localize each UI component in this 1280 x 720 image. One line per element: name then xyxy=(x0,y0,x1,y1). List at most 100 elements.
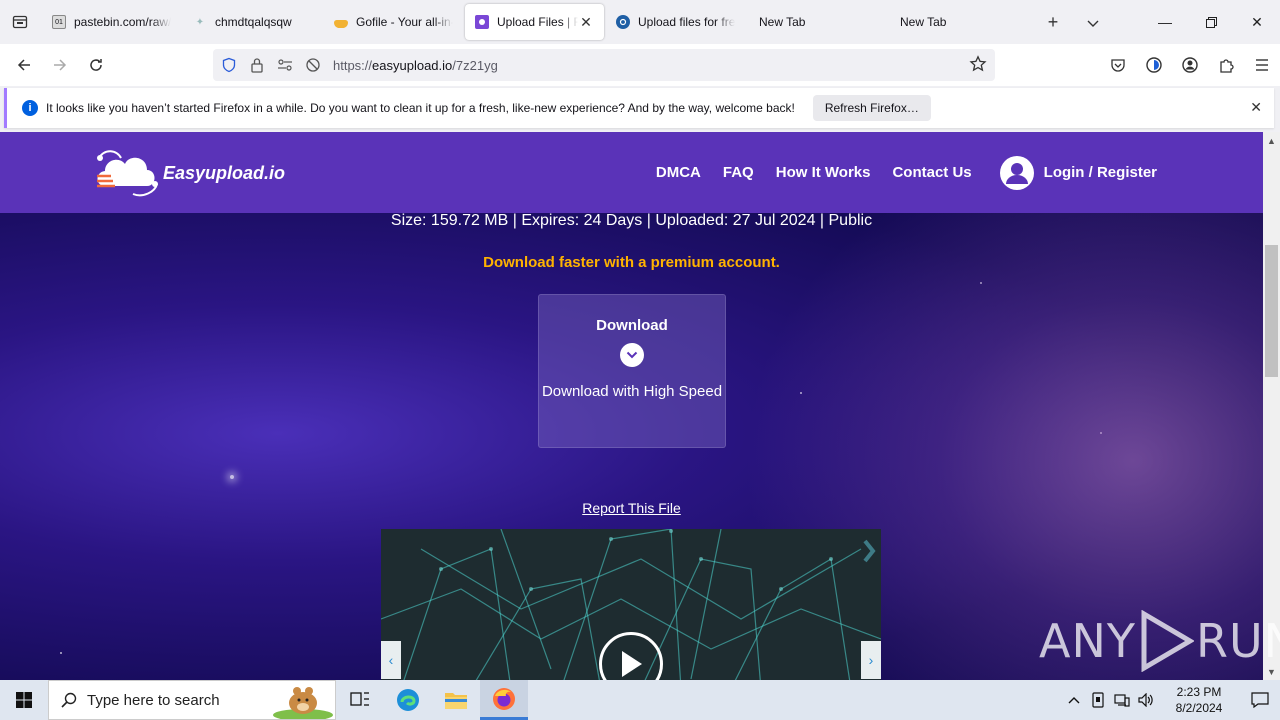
report-file-link[interactable]: Report This File xyxy=(582,500,681,516)
background-star xyxy=(1100,432,1102,434)
forward-button[interactable] xyxy=(42,49,78,81)
back-button[interactable] xyxy=(6,49,42,81)
task-view-icon xyxy=(350,692,369,706)
login-label: Login / Register xyxy=(1043,164,1157,181)
close-notification-icon[interactable]: ✕ xyxy=(1250,99,1262,116)
url-bar[interactable]: https://easyupload.io/7z21yg xyxy=(213,49,995,81)
permissions-icon[interactable] xyxy=(271,58,299,72)
bookmark-star-icon[interactable] xyxy=(969,55,987,78)
edge-taskbar-button[interactable] xyxy=(384,680,432,720)
device-icon[interactable] xyxy=(1086,692,1110,708)
page-scrollbar[interactable]: ▲ ▼ xyxy=(1263,132,1280,680)
scroll-thumb[interactable] xyxy=(1265,245,1278,377)
autoplay-blocked-icon[interactable] xyxy=(299,57,327,73)
forward-arrow-icon xyxy=(54,59,67,71)
tab-title: Upload Files | Free xyxy=(497,15,578,29)
search-highlight-hamster-icon xyxy=(273,687,333,719)
notification-message: It looks like you haven’t started Firefo… xyxy=(46,101,795,115)
scroll-up-icon[interactable]: ▲ xyxy=(1263,132,1280,149)
taskbar-search-box[interactable]: Type here to search xyxy=(48,680,336,720)
watermark-left: ANY xyxy=(1039,614,1136,668)
clock-time: 2:23 PM xyxy=(1176,685,1222,699)
tab-upload-files[interactable]: Upload files for free xyxy=(606,4,745,40)
background-star xyxy=(60,652,62,654)
start-button[interactable] xyxy=(0,680,48,720)
login-register-link[interactable]: Login / Register xyxy=(999,155,1157,190)
tab-easyupload[interactable]: Upload Files | Free ✕ xyxy=(465,4,604,40)
file-explorer-taskbar-button[interactable] xyxy=(432,680,480,720)
hamburger-menu-icon[interactable] xyxy=(1244,58,1280,72)
edge-icon xyxy=(397,689,419,711)
chevron-down-icon xyxy=(620,343,644,367)
tab-title: New Tab xyxy=(900,15,947,29)
new-tab-plus-icon[interactable]: + xyxy=(1033,12,1073,33)
tracking-protection-shield-icon[interactable] xyxy=(215,57,243,73)
windows-logo-icon xyxy=(16,692,32,708)
task-view-button[interactable] xyxy=(336,680,384,720)
pastebin-icon: 01 xyxy=(52,15,66,29)
nav-faq[interactable]: FAQ xyxy=(723,164,754,181)
reload-button[interactable] xyxy=(78,49,114,81)
tab-chmdtqalqsqw[interactable]: ✦ chmdtqalqsqw xyxy=(183,4,322,40)
system-clock[interactable]: 2:23 PM 8/2/2024 xyxy=(1164,684,1234,716)
play-triangle-logo-icon xyxy=(1141,610,1194,672)
folder-icon xyxy=(445,693,467,709)
firefox-view-icon xyxy=(12,15,28,29)
watermark-right: RUN xyxy=(1195,614,1280,668)
tab-title: New Tab xyxy=(759,15,806,29)
firefox-view-button[interactable] xyxy=(0,0,40,44)
tab-new-1[interactable]: New Tab xyxy=(747,4,886,40)
refresh-firefox-button[interactable]: Refresh Firefox… xyxy=(812,95,931,121)
firefox-icon xyxy=(493,687,515,710)
anyrun-watermark: ANY RUN xyxy=(1039,610,1280,672)
web-page: Easyupload.io DMCA FAQ How It Works Cont… xyxy=(0,132,1263,680)
minimize-icon[interactable]: — xyxy=(1142,0,1188,44)
download-button[interactable]: Download Download with High Speed xyxy=(538,294,726,448)
loading-icon: ✦ xyxy=(195,16,205,28)
tab-title: pastebin.com/raw/... xyxy=(74,15,171,29)
tab-new-2[interactable]: New Tab xyxy=(888,4,1027,40)
extensions-puzzle-icon[interactable] xyxy=(1208,57,1244,73)
cloud-logo-icon xyxy=(97,150,158,197)
refresh-firefox-notification: i It looks like you haven’t started Fire… xyxy=(4,88,1274,128)
action-center-icon[interactable] xyxy=(1240,692,1280,708)
search-placeholder: Type here to search xyxy=(87,691,220,709)
nav-how-it-works[interactable]: How It Works xyxy=(776,164,871,181)
background-star xyxy=(800,392,802,394)
volume-icon[interactable] xyxy=(1134,693,1158,707)
tab-strip: 01 pastebin.com/raw/... ✦ chmdtqalqsqw G… xyxy=(0,0,1280,44)
tab-title: Upload files for free xyxy=(638,15,735,29)
tab-title: chmdtqalqsqw xyxy=(215,15,292,29)
download-subtitle: Download with High Speed xyxy=(541,383,723,400)
list-all-tabs-icon[interactable] xyxy=(1073,12,1113,33)
restore-icon[interactable] xyxy=(1188,0,1234,44)
site-header: Easyupload.io DMCA FAQ How It Works Cont… xyxy=(0,132,1263,213)
user-avatar-icon xyxy=(999,155,1034,190)
account-icon[interactable] xyxy=(1172,56,1208,74)
system-tray: 2:23 PM 8/2/2024 xyxy=(1062,680,1280,720)
windows-taskbar: Type here to search 2:23 PM 8/2/2024 xyxy=(0,680,1280,720)
site-logo[interactable]: Easyupload.io xyxy=(95,146,285,200)
clock-date: 8/2/2024 xyxy=(1175,701,1223,715)
background-star xyxy=(230,475,234,479)
nav-contact-us[interactable]: Contact Us xyxy=(892,164,971,181)
premium-link[interactable]: Download faster with a premium account. xyxy=(0,254,1263,271)
close-tab-icon[interactable]: ✕ xyxy=(578,14,594,30)
gofile-icon xyxy=(334,20,348,28)
close-window-icon[interactable]: ✕ xyxy=(1234,0,1280,44)
reload-icon xyxy=(90,59,102,71)
carousel-prev-icon[interactable]: ‹ xyxy=(381,641,401,679)
lock-icon[interactable] xyxy=(243,57,271,73)
nav-dmca[interactable]: DMCA xyxy=(656,164,701,181)
easyupload-icon xyxy=(475,15,489,29)
pocket-icon[interactable] xyxy=(1100,57,1136,73)
url-text[interactable]: https://easyupload.io/7z21yg xyxy=(333,58,498,73)
video-ad-player[interactable]: ‹ › xyxy=(381,529,881,680)
network-icon[interactable] xyxy=(1110,693,1134,707)
firefox-taskbar-button[interactable] xyxy=(480,680,528,720)
tab-pastebin[interactable]: 01 pastebin.com/raw/... xyxy=(42,4,181,40)
sync-icon[interactable] xyxy=(1136,56,1172,74)
carousel-next-icon[interactable]: › xyxy=(861,641,881,679)
show-hidden-icons-icon[interactable] xyxy=(1062,696,1086,704)
tab-gofile[interactable]: Gofile - Your all-in-one xyxy=(324,4,463,40)
